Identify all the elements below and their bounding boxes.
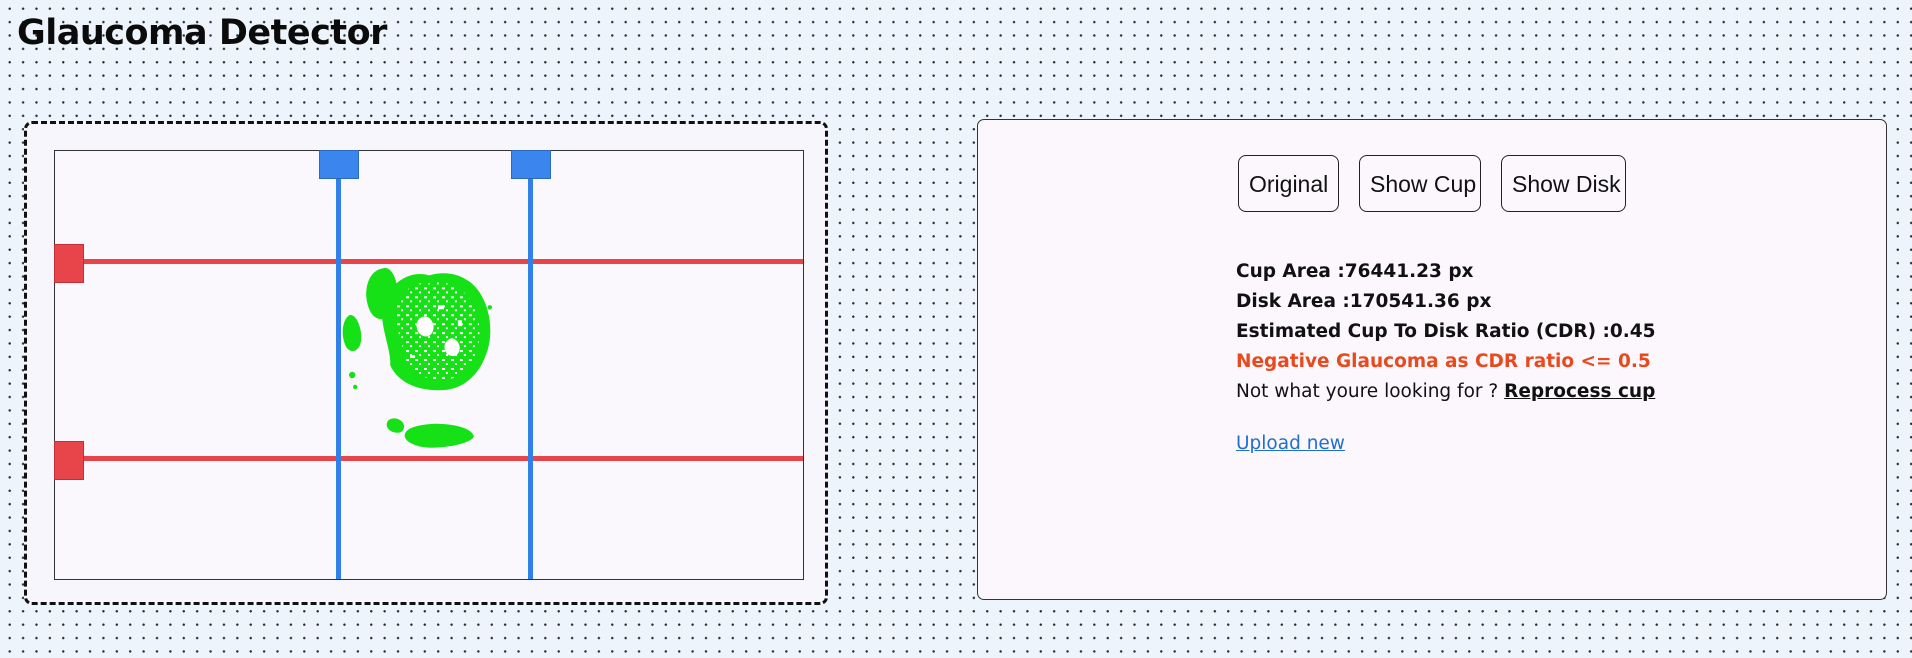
cdr-value: Estimated Cup To Disk Ratio (CDR) :0.45: [1236, 321, 1656, 342]
show-cup-button[interactable]: Show Cup: [1359, 155, 1481, 212]
analysis-results: Cup Area :76441.23 px Disk Area :170541.…: [1236, 257, 1656, 407]
page-title: Glaucoma Detector: [17, 13, 387, 53]
results-panel: Original Show Cup Show Disk Cup Area :76…: [977, 119, 1887, 600]
lower-guide-handle[interactable]: [54, 441, 84, 480]
fundus-image-canvas[interactable]: [54, 150, 804, 580]
upper-horizontal-guide[interactable]: [55, 259, 803, 264]
original-view-button[interactable]: Original: [1238, 155, 1339, 212]
view-toggle-group: Original Show Cup Show Disk: [1238, 155, 1626, 212]
lower-horizontal-guide[interactable]: [55, 456, 803, 461]
reprocess-cup-link[interactable]: Reprocess cup: [1504, 381, 1655, 402]
left-vertical-guide[interactable]: [336, 151, 341, 579]
upper-guide-handle[interactable]: [54, 244, 84, 283]
upload-new-link[interactable]: Upload new: [1236, 433, 1345, 454]
cup-segmentation-mask: [342, 267, 493, 448]
right-vertical-guide[interactable]: [528, 151, 533, 579]
show-disk-button[interactable]: Show Disk: [1501, 155, 1626, 212]
disk-area-value: Disk Area :170541.36 px: [1236, 291, 1492, 312]
diagnosis-verdict: Negative Glaucoma as CDR ratio <= 0.5: [1236, 351, 1651, 372]
image-editor-panel: [24, 121, 828, 605]
right-guide-handle[interactable]: [511, 150, 551, 179]
cup-area-value: Cup Area :76441.23 px: [1236, 261, 1474, 282]
left-guide-handle[interactable]: [319, 150, 359, 179]
reprocess-prompt: Not what youre looking for ?: [1236, 381, 1499, 402]
reprocess-row: Not what youre looking for ? Reprocess c…: [1236, 377, 1656, 407]
